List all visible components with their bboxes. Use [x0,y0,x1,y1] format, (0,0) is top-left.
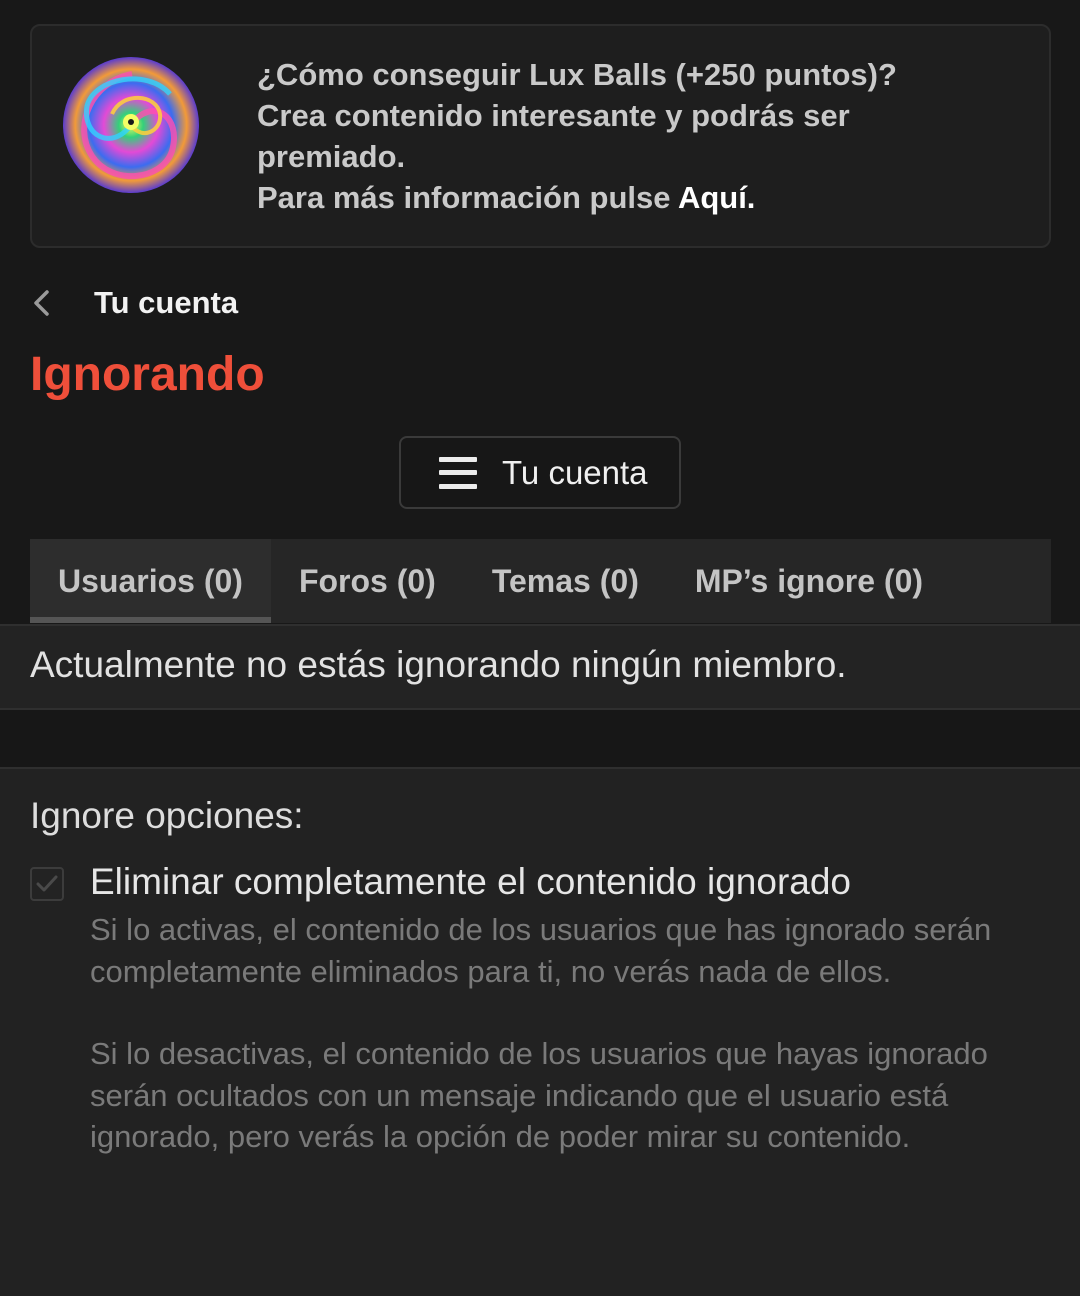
remove-ignored-content-description: Si lo activas, el contenido de los usuar… [90,909,1050,1158]
hamburger-menu-icon [439,456,477,489]
notice-line-4-prefix: Para más información pulse [257,180,678,215]
notice-line-1: ¿Cómo conseguir Lux Balls (+250 puntos)? [257,57,897,92]
empty-state-message: Actualmente no estás ignorando ningún mi… [30,644,847,685]
notice-text: ¿Cómo conseguir Lux Balls (+250 puntos)?… [257,54,1017,218]
tab-temas[interactable]: Temas (0) [464,539,667,623]
empty-state-row: Actualmente no estás ignorando ningún mi… [0,624,1080,710]
breadcrumb: Tu cuenta [30,280,238,326]
lux-ball-logo [63,57,199,193]
chevron-left-icon[interactable] [30,280,70,326]
remove-ignored-content-label[interactable]: Eliminar completamente el contenido igno… [90,861,851,903]
account-menu-button-label: Tu cuenta [502,453,648,491]
notice-line-3: premiado. [257,139,406,174]
ignore-tabs: Usuarios (0) Foros (0) Temas (0) MP’s ig… [30,539,1051,623]
page-title: Ignorando [30,348,265,401]
breadcrumb-link-tu-cuenta[interactable]: Tu cuenta [94,285,238,321]
notice-line-4: Para más información pulse Aquí. [257,177,1017,218]
tab-foros[interactable]: Foros (0) [271,539,464,623]
ignore-options-section: Ignore opciones: Eliminar completamente … [0,769,1080,1296]
option-description-enabled: Si lo activas, el contenido de los usuar… [90,912,992,989]
tab-usuarios[interactable]: Usuarios (0) [30,539,271,623]
option-description-disabled: Si lo desactivas, el contenido de los us… [90,1036,988,1154]
lux-balls-notice: ¿Cómo conseguir Lux Balls (+250 puntos)?… [30,24,1051,248]
tab-mps-ignore[interactable]: MP’s ignore (0) [667,539,951,623]
section-divider [0,710,1080,769]
remove-ignored-content-checkbox[interactable] [30,867,64,901]
notice-more-info-link[interactable]: Aquí. [678,180,756,215]
ignore-options-heading: Ignore opciones: [30,795,304,836]
notice-line-2: Crea contenido interesante y podrás ser [257,98,850,133]
checkmark-icon [36,875,58,892]
account-menu-button[interactable]: Tu cuenta [399,436,681,509]
